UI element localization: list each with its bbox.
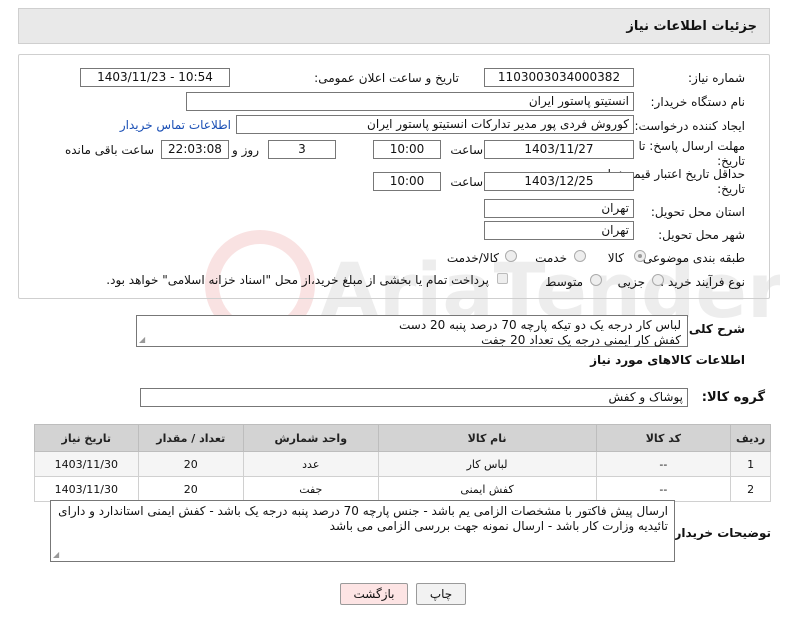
reply-time-label: ساعت <box>450 143 483 157</box>
col-name: نام کالا <box>377 424 597 452</box>
page-title: جزئیات اطلاعات نیاز <box>626 19 757 34</box>
print-button[interactable]: چاپ <box>416 583 466 605</box>
col-qty: تعداد / مقدار <box>137 424 244 452</box>
goods-section-title: اطلاعات کالاهای مورد نیاز <box>590 353 745 367</box>
treasury-payment-checkbox[interactable] <box>497 273 508 284</box>
cell-date: 1403/11/30 <box>34 476 139 502</box>
requester-field[interactable]: کوروش فردی پور مدیر تدارکات انستیتو پاست… <box>236 115 634 134</box>
col-row: ردیف <box>730 424 771 452</box>
resize-grip-icon[interactable]: ◢ <box>53 550 59 559</box>
reply-time-field[interactable]: 10:00 <box>373 140 441 159</box>
category-radio-service[interactable] <box>574 250 586 262</box>
process-option-medium: متوسط <box>545 275 583 289</box>
announce-datetime-field[interactable]: 1403/11/23 - 10:54 <box>80 68 230 87</box>
description-line-2: کفش کار ایمنی درجه یک تعداد 20 جفت <box>481 333 681 347</box>
city-field[interactable]: تهران <box>484 221 634 240</box>
process-option-minor: جزیی <box>617 275 645 289</box>
validity-time-label: ساعت <box>450 175 483 189</box>
cell-date: 1403/11/30 <box>34 451 139 477</box>
province-field[interactable]: تهران <box>484 199 634 218</box>
cell-name: کفش ایمنی <box>377 476 597 502</box>
buyer-contact-link[interactable]: اطلاعات تماس خریدار <box>120 118 231 132</box>
reply-deadline-label: مهلت ارسال پاسخ: تا <box>638 139 745 153</box>
back-button[interactable]: بازگشت <box>340 583 408 605</box>
remaining-time-field[interactable]: 22:03:08 <box>161 140 229 159</box>
resize-grip-icon[interactable]: ◢ <box>139 335 145 344</box>
category-option-goods-service: کالا/خدمت <box>446 251 499 265</box>
need-number-label: شماره نیاز: <box>688 71 745 85</box>
requester-label: ایجاد کننده درخواست: <box>634 119 745 133</box>
cell-code: -- <box>595 451 732 477</box>
reply-deadline-label-2: تاریخ: <box>717 154 745 168</box>
table-header-row: تاریخ نیاز تعداد / مقدار واحد شمارش نام … <box>34 424 771 452</box>
days-label: روز و <box>232 143 259 157</box>
city-label: شهر محل تحویل: <box>658 228 745 242</box>
col-unit: واحد شمارش <box>242 424 379 452</box>
category-radio-goods-service[interactable] <box>505 250 517 262</box>
buyer-notes-label: توضیحات خریدار: <box>669 526 771 540</box>
process-label: نوع فرآیند خرید : <box>660 275 745 289</box>
cell-code: -- <box>595 476 732 502</box>
validity-date-field[interactable]: 1403/12/25 <box>484 172 634 191</box>
reply-date-field[interactable]: 1403/11/27 <box>484 140 634 159</box>
cell-qty: 20 <box>137 476 244 502</box>
goods-group-field[interactable]: پوشاک و کفش <box>140 388 688 407</box>
items-table: تاریخ نیاز تعداد / مقدار واحد شمارش نام … <box>34 424 771 502</box>
goods-group-label: گروه کالا: <box>701 390 765 405</box>
need-number-field[interactable]: 1103003034000382 <box>484 68 634 87</box>
page-header: جزئیات اطلاعات نیاز <box>18 8 770 44</box>
col-code: کد کالا <box>595 424 732 452</box>
cell-row: 1 <box>730 451 771 477</box>
buyer-notes-textarea[interactable]: ارسال پیش فاکتور با مشخصات الزامی یم باش… <box>50 500 675 562</box>
cell-qty: 20 <box>137 451 244 477</box>
description-line-1: لباس کار درجه یک دو تیکه پارچه 70 درصد پ… <box>399 318 681 332</box>
buyer-notes-text: ارسال پیش فاکتور با مشخصات الزامی یم باش… <box>58 504 668 533</box>
category-option-service: خدمت <box>535 251 567 265</box>
cell-unit: جفت <box>242 476 379 502</box>
buyer-org-label: نام دستگاه خریدار: <box>650 95 746 109</box>
price-validity-label-2: تاریخ: <box>717 182 745 196</box>
table-row[interactable]: 1403/11/30 20 جفت کفش ایمنی -- 2 <box>34 476 771 502</box>
cell-unit: عدد <box>242 451 379 477</box>
announce-datetime-label: تاریخ و ساعت اعلان عمومی: <box>314 71 459 85</box>
category-option-goods: کالا <box>607 251 624 265</box>
province-label: استان محل تحویل: <box>650 205 745 219</box>
table-row[interactable]: 1403/11/30 20 عدد لباس کار -- 1 <box>34 451 771 477</box>
cell-row: 2 <box>730 476 771 502</box>
validity-time-field[interactable]: 10:00 <box>373 172 441 191</box>
remaining-time-label: ساعت باقی مانده <box>64 143 154 157</box>
category-radio-goods[interactable] <box>634 250 646 262</box>
days-remaining-field[interactable]: 3 <box>268 140 336 159</box>
category-label: طبقه بندی موضوعی: <box>638 251 745 265</box>
process-radio-minor[interactable] <box>652 274 664 286</box>
description-textarea[interactable]: لباس کار درجه یک دو تیکه پارچه 70 درصد پ… <box>136 315 688 347</box>
cell-name: لباس کار <box>377 451 597 477</box>
treasury-payment-note: پرداخت تمام یا بخشی از مبلغ خرید،از محل … <box>106 273 489 287</box>
buyer-org-field[interactable]: انستیتو پاستور ایران <box>186 92 634 111</box>
process-radio-medium[interactable] <box>590 274 602 286</box>
col-date: تاریخ نیاز <box>34 424 139 452</box>
